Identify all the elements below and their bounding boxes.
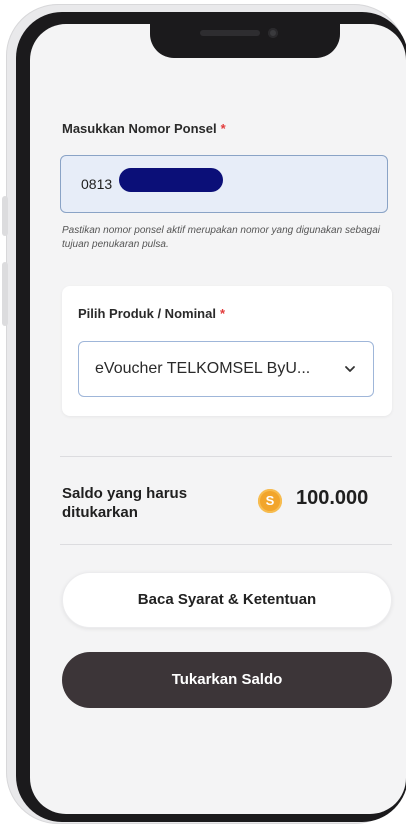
phone-number-input[interactable]: 0813 xyxy=(60,155,388,213)
redeem-saldo-button[interactable]: Tukarkan Saldo xyxy=(62,652,392,708)
page: Masukkan Nomor Ponsel * 0813 Pastikan nom… xyxy=(0,0,406,828)
divider xyxy=(60,544,392,545)
speaker-grille xyxy=(200,30,260,36)
product-card: Pilih Produk / Nominal * eVoucher TELKOMS… xyxy=(62,286,392,416)
product-label-text: Pilih Produk / Nominal xyxy=(78,306,216,321)
product-label: Pilih Produk / Nominal * xyxy=(78,306,225,321)
saldo-label: Saldo yang harus ditukarkan xyxy=(62,485,188,521)
redacted-digits xyxy=(119,168,223,192)
phone-number-label-text: Masukkan Nomor Ponsel xyxy=(62,121,217,136)
product-selected-value: eVoucher TELKOMSEL ByU... xyxy=(95,360,311,377)
phone-number-label: Masukkan Nomor Ponsel * xyxy=(62,121,226,136)
phone-side-button xyxy=(2,196,8,236)
terms-button[interactable]: Baca Syarat & Ketentuan xyxy=(62,572,392,628)
saldo-amount: 100.000 xyxy=(296,487,369,509)
coin-icon: S xyxy=(258,489,282,513)
phone-side-button xyxy=(2,262,8,326)
phone-number-value: 0813 xyxy=(81,176,113,192)
chevron-down-icon xyxy=(345,366,355,372)
product-select[interactable]: eVoucher TELKOMSEL ByU... xyxy=(78,341,374,397)
required-asterisk: * xyxy=(219,306,226,321)
camera-icon xyxy=(268,28,278,38)
required-asterisk: * xyxy=(220,121,226,136)
divider xyxy=(60,456,392,457)
phone-number-hint: Pastikan nomor ponsel aktif merupakan no… xyxy=(62,225,380,250)
